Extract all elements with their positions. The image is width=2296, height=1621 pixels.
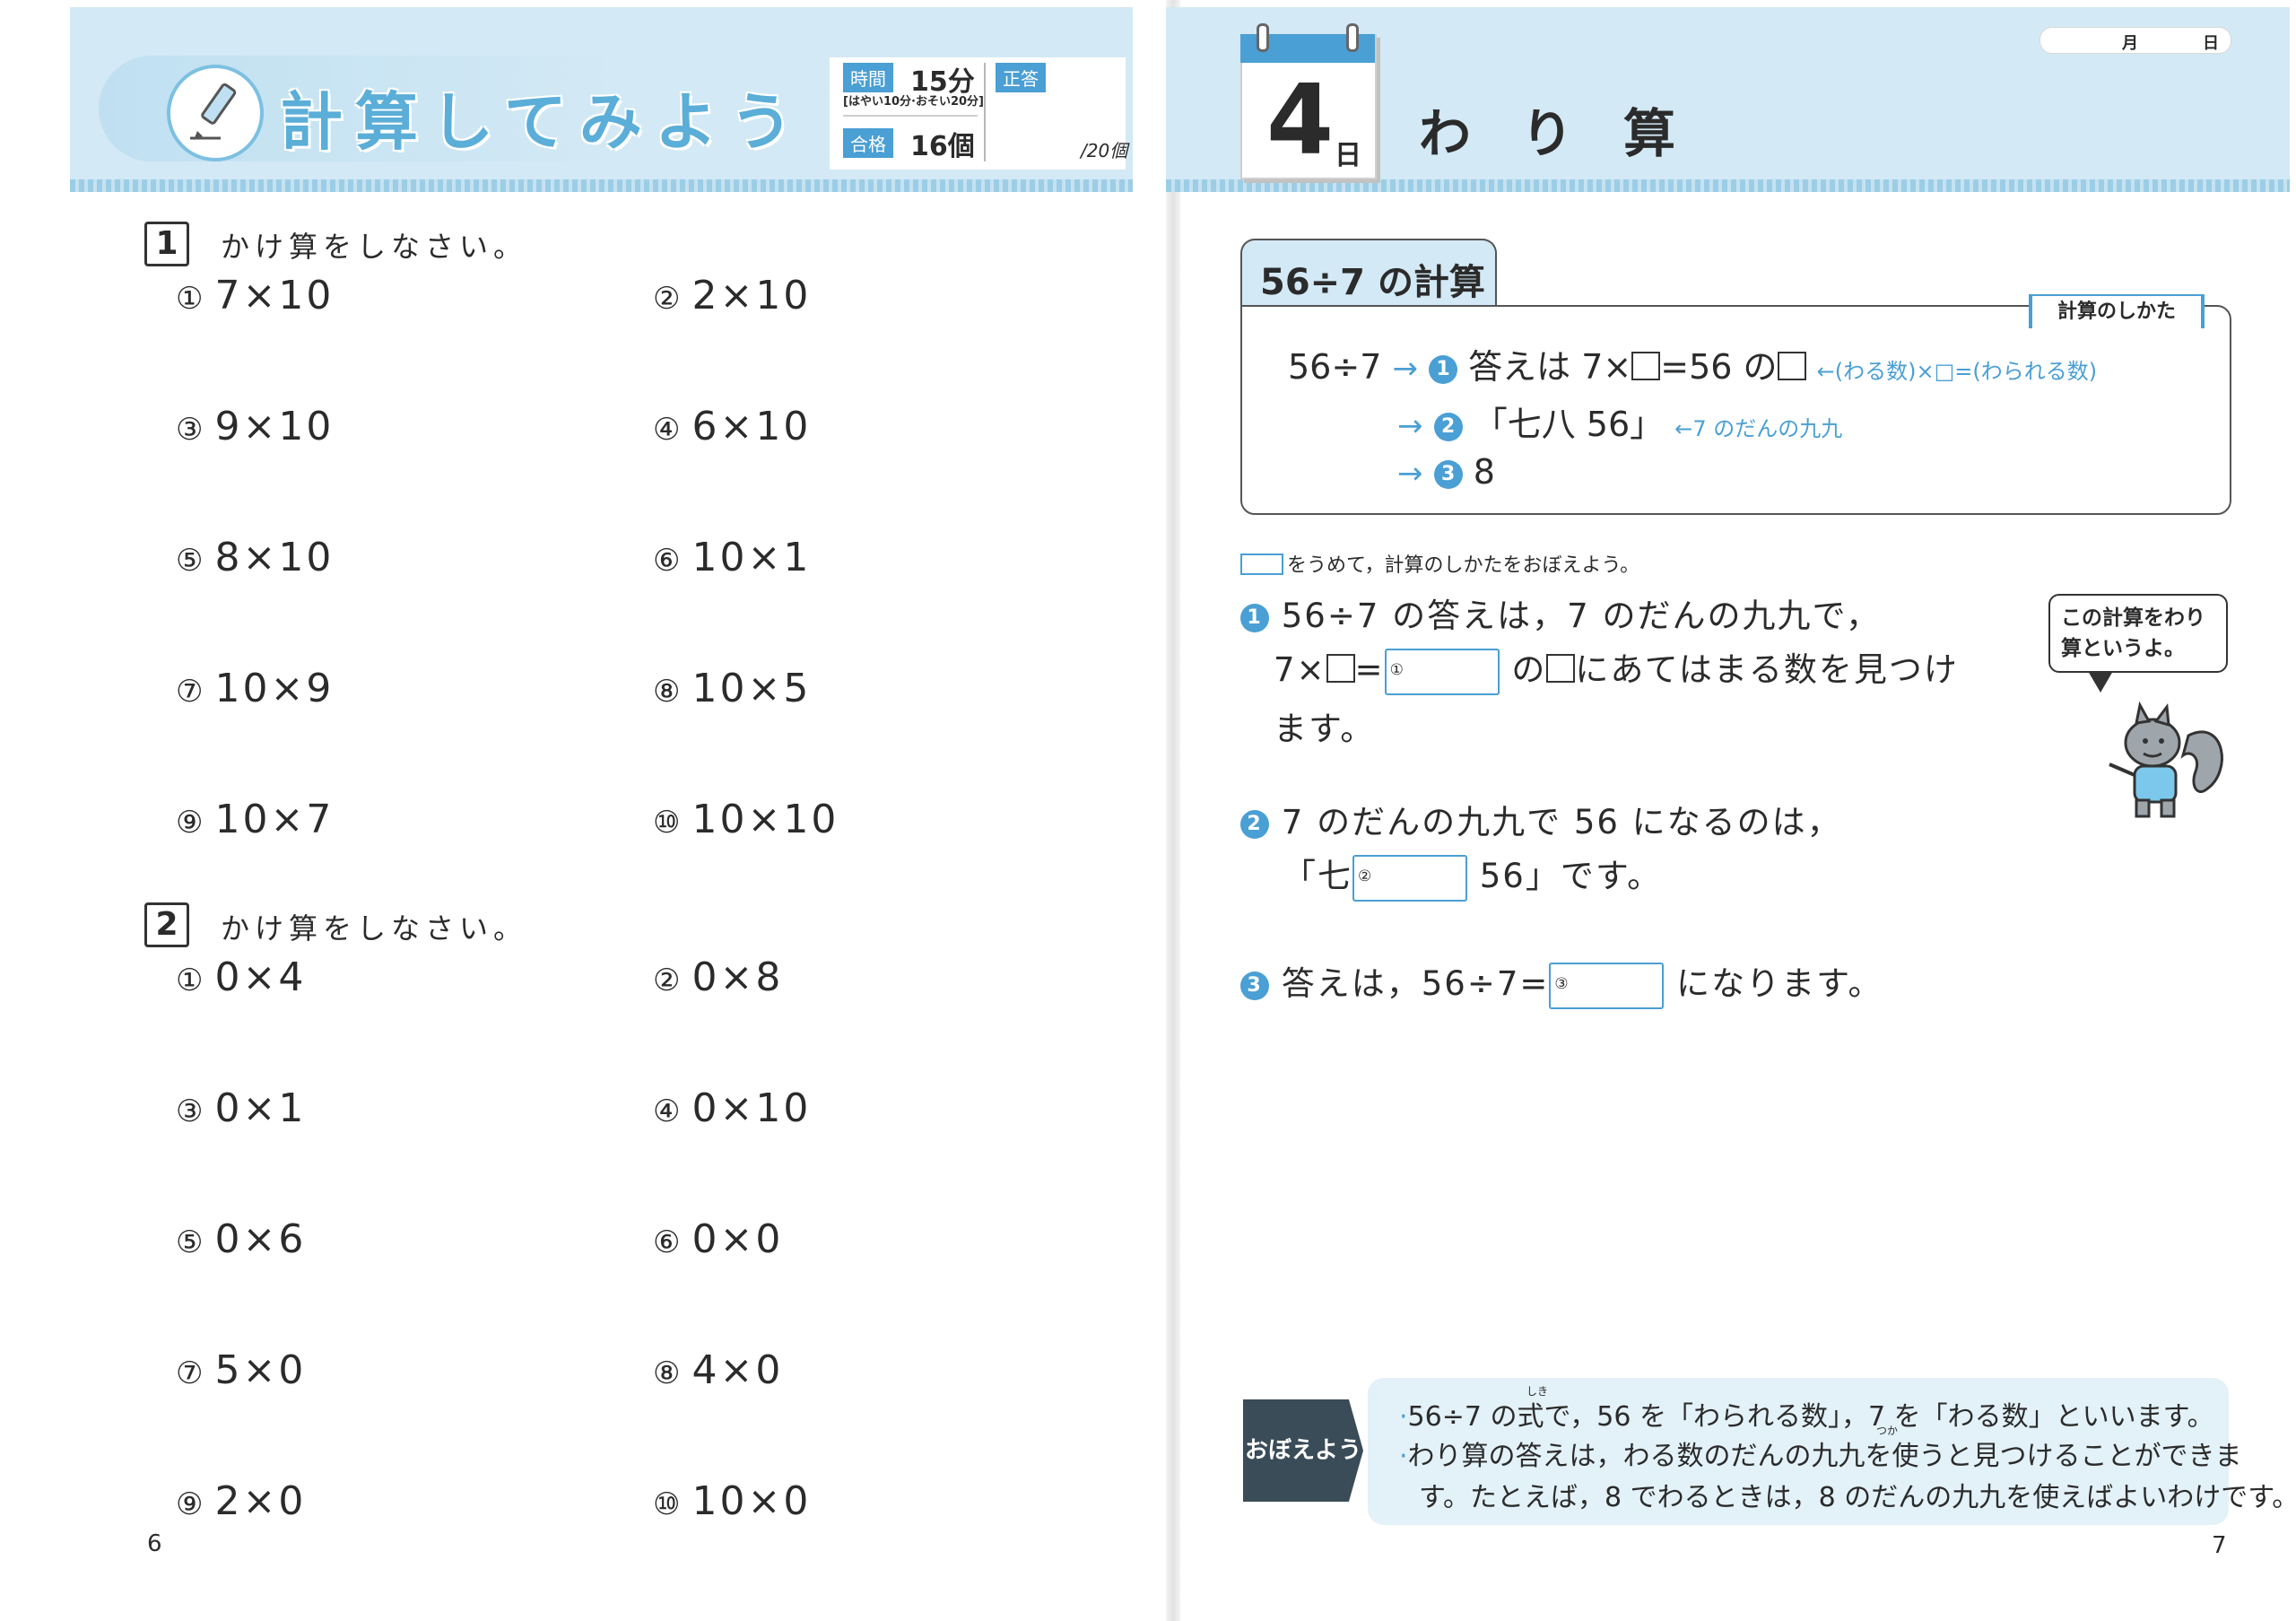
memo-line-3: す。たとえば，8 でわるときは，8 のだんの九九を使えばよいわけです。 bbox=[1419, 1482, 2296, 1513]
question-2-line-1: 2 7 のだんの九九で 56 になるのは， bbox=[1240, 795, 1842, 843]
example-step-1: 56÷7 → 1 答えは 7× =56 の ←(わる数)×□=(わられる数) bbox=[1288, 347, 2098, 387]
blank-box-icon bbox=[1240, 553, 1283, 575]
bullet-icon: · bbox=[1399, 1401, 1408, 1433]
problem-1-4: ④ 6×10 bbox=[653, 404, 812, 449]
problem-2-8: ⑧ 4×0 bbox=[653, 1347, 784, 1393]
problem-2-6: ⑥ 0×0 bbox=[653, 1216, 784, 1262]
bubble-tail bbox=[2088, 671, 2113, 693]
left-page-number: 6 bbox=[147, 1530, 162, 1557]
section-2-number: 2 bbox=[144, 902, 189, 947]
step-marker: 3 bbox=[1433, 459, 1463, 489]
correct-label: 正答 bbox=[996, 63, 1046, 92]
problem-2-1: ① 0×4 bbox=[176, 954, 307, 1000]
problem-2-9: ⑨ 2×0 bbox=[176, 1478, 307, 1524]
step-marker: 1 bbox=[1240, 603, 1269, 632]
problem-1-8: ⑧ 10×5 bbox=[653, 666, 812, 711]
date-day-label: 日 bbox=[2203, 34, 2219, 53]
squirrel-icon bbox=[2109, 701, 2223, 818]
date-month-label: 月 bbox=[2122, 34, 2138, 53]
step-marker: 1 bbox=[1429, 354, 1458, 384]
arrow-right-icon: → bbox=[1397, 456, 1423, 492]
problem-1-1: ① 7×10 bbox=[176, 273, 335, 318]
blank-square-icon bbox=[1326, 654, 1355, 683]
question-1-line-3: ます。 bbox=[1274, 710, 1376, 748]
bullet-icon: · bbox=[1399, 1441, 1408, 1472]
right-page-number: 7 bbox=[2212, 1532, 2227, 1559]
answer-box-2[interactable]: ② bbox=[1352, 854, 1467, 902]
blank-square-icon bbox=[1631, 352, 1661, 380]
answer-box-1[interactable]: ① bbox=[1384, 648, 1500, 695]
problem-1-6: ⑥ 10×1 bbox=[653, 535, 812, 580]
arrow-right-icon: → bbox=[1397, 408, 1423, 444]
blank-square-icon bbox=[1777, 352, 1806, 380]
arrow-right-icon: → bbox=[1392, 351, 1418, 387]
section-2-instruction: かけ算をしなさい。 bbox=[221, 911, 528, 946]
calendar-ring-icon bbox=[1346, 23, 1359, 52]
day-unit: 日 bbox=[1335, 140, 1361, 171]
problem-2-5: ⑤ 0×6 bbox=[176, 1216, 307, 1262]
memo-tag: おぼえよう bbox=[1243, 1399, 1363, 1502]
problem-2-7: ⑦ 5×0 bbox=[176, 1347, 307, 1393]
problem-2-3: ③ 0×1 bbox=[176, 1085, 307, 1131]
calendar-ring-icon bbox=[1257, 23, 1269, 52]
lesson-title: わり算 bbox=[1419, 103, 1726, 164]
problem-2-2: ② 0×8 bbox=[653, 954, 784, 1000]
memo-line-2: ·わり算の答えは，わる数のだんの九九を使うと見つけることができま bbox=[1399, 1441, 2242, 1472]
question-3: 3 答えは，56÷7= ③ になります。 bbox=[1240, 956, 1883, 1009]
pass-label: 合格 bbox=[843, 128, 893, 158]
bubble-line-2: 算というよ。 bbox=[2061, 637, 2185, 660]
example-step-3: → 3 8 bbox=[1397, 452, 1495, 492]
time-note: [はやい10分·おそい20分] bbox=[843, 95, 985, 109]
step-marker: 2 bbox=[1433, 412, 1463, 441]
problem-1-9: ⑨ 10×7 bbox=[176, 797, 335, 842]
page-title: 計算してみよう bbox=[280, 85, 805, 159]
step-1-note: ←(わる数)×□=(わられる数) bbox=[1816, 359, 2098, 384]
time-label: 時間 bbox=[843, 63, 893, 92]
total-count: /20個 bbox=[1081, 140, 1128, 161]
example-title: 56÷7 の計算 bbox=[1260, 262, 1485, 303]
question-1-line-1: 1 56÷7 の答えは，7 のだんの九九で， bbox=[1240, 588, 1881, 637]
section-1-number: 1 bbox=[144, 222, 189, 266]
score-separator bbox=[843, 115, 978, 117]
problem-1-2: ② 2×10 bbox=[653, 273, 812, 318]
book-gutter bbox=[1166, 0, 1180, 1621]
example-step-2: → 2 「七八 56」 ←7 のだんの九九 bbox=[1397, 405, 1843, 444]
problem-2-4: ④ 0×10 bbox=[653, 1085, 812, 1131]
question-2-line-2: 「七 ② 56」です。 bbox=[1283, 849, 1662, 902]
problem-1-5: ⑤ 8×10 bbox=[176, 535, 335, 580]
question-1-line-2: 7× = ① のにあてはまる数を見つけ bbox=[1274, 642, 1959, 695]
problem-2-10: ⑩ 10×0 bbox=[653, 1478, 812, 1524]
instruction: をうめて，計算のしかたをおぼえよう。 bbox=[1240, 549, 1639, 578]
bubble-line-1: この計算をわり bbox=[2061, 606, 2205, 630]
step-marker: 3 bbox=[1240, 971, 1269, 1000]
problem-1-7: ⑦ 10×9 bbox=[176, 666, 335, 711]
speech-bubble: この計算をわり 算というよ。 bbox=[2048, 594, 2228, 673]
problem-1-3: ③ 9×10 bbox=[176, 404, 335, 449]
day-number: 4 bbox=[1266, 65, 1335, 177]
blank-square-icon bbox=[1546, 654, 1576, 683]
section-1-instruction: かけ算をしなさい。 bbox=[221, 230, 528, 264]
step-2-note: ←7 のだんの九九 bbox=[1674, 416, 1843, 441]
problem-1-10: ⑩ 10×10 bbox=[653, 797, 839, 842]
method-label: 計算のしかた bbox=[2029, 294, 2205, 328]
ruby-shiki: しき bbox=[1526, 1385, 1549, 1398]
left-header-band bbox=[70, 179, 1133, 192]
right-header-band bbox=[1166, 179, 2290, 192]
ruby-tsuka: つか bbox=[1876, 1425, 1899, 1437]
pass-value: 16個 bbox=[910, 131, 975, 162]
memo-line-1: ·56÷7 の式で，56 を「わられる数」，7 を「わる数」といいます。 bbox=[1399, 1401, 2214, 1433]
answer-box-3[interactable]: ③ bbox=[1549, 962, 1665, 1009]
step-marker: 2 bbox=[1240, 809, 1269, 839]
pencil-icon bbox=[167, 65, 264, 161]
score-divider bbox=[984, 63, 986, 161]
